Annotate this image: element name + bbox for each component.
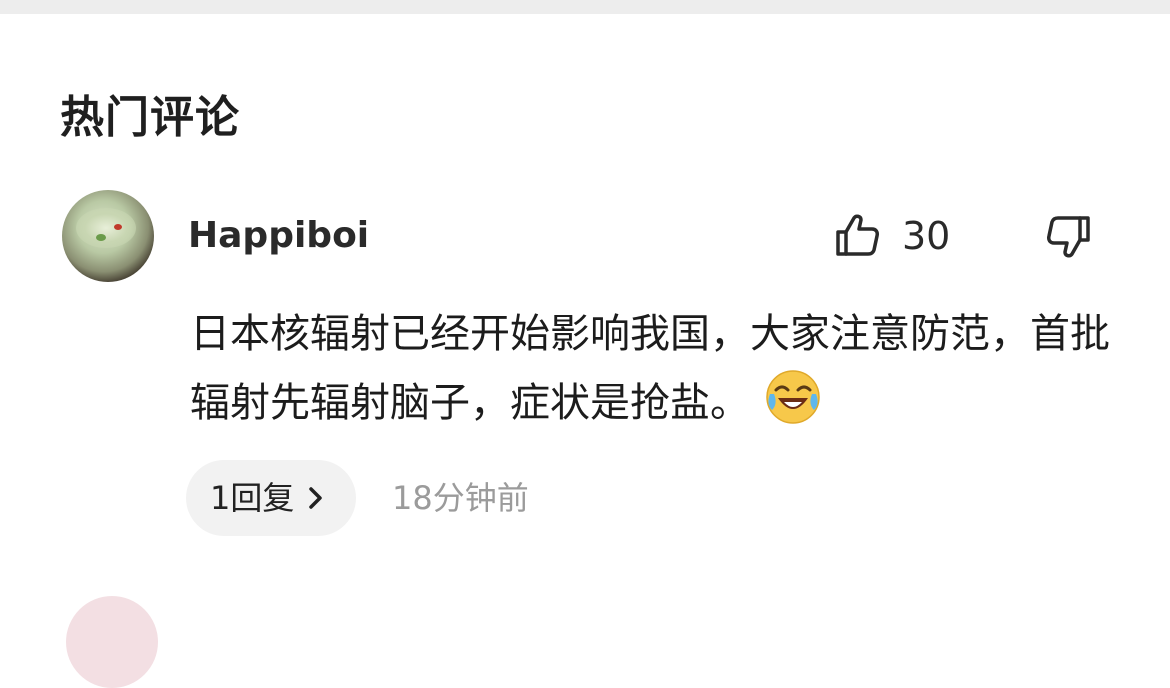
- avatar-image-detail: [96, 234, 106, 241]
- next-comment-avatar[interactable]: [66, 596, 158, 688]
- section-title: 热门评论: [60, 92, 240, 143]
- chevron-right-icon: [309, 487, 322, 509]
- avatar-image-detail: [114, 224, 122, 230]
- user-avatar[interactable]: [62, 190, 154, 282]
- avatar-image-detail: [76, 208, 136, 248]
- thumbs-up-icon: [836, 214, 879, 256]
- comment-timestamp: 18分钟前: [392, 479, 529, 517]
- username[interactable]: Happiboi: [188, 212, 369, 260]
- like-count: 30: [902, 214, 951, 258]
- reply-button[interactable]: 1回复: [186, 460, 356, 536]
- dislike-button[interactable]: [1044, 212, 1094, 262]
- top-bar: [0, 0, 1170, 14]
- like-button[interactable]: [832, 210, 882, 260]
- thumbs-down-icon: [1047, 216, 1090, 258]
- comment-text: 日本核辐射已经开始影响我国，大家注意防范，首批辐射先辐射脑子，症状是抢盐。: [190, 300, 1120, 437]
- reply-count-label: 1回复: [210, 479, 295, 517]
- comment-text-content: 日本核辐射已经开始影响我国，大家注意防范，首批辐射先辐射脑子，症状是抢盐。: [190, 311, 1110, 426]
- laughing-crying-emoji-icon: [764, 368, 822, 426]
